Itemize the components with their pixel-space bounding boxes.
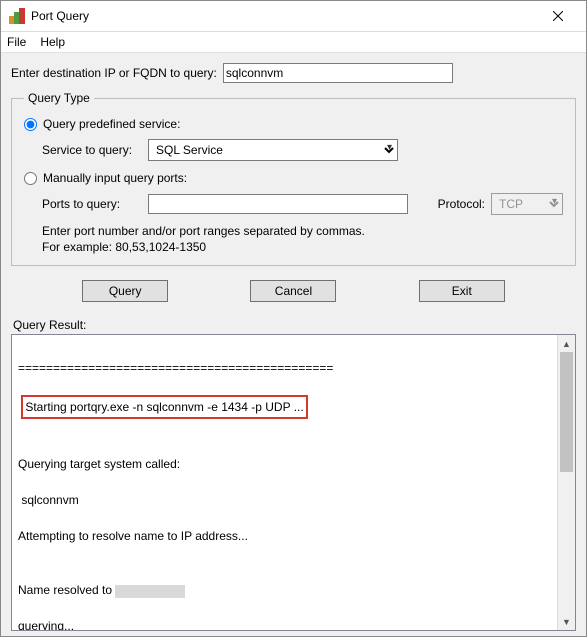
menu-file[interactable]: File	[7, 35, 26, 49]
scroll-down-icon[interactable]: ▼	[558, 613, 575, 630]
protocol-label: Protocol:	[438, 197, 485, 211]
close-icon	[553, 11, 563, 21]
scroll-thumb[interactable]	[560, 352, 573, 472]
button-row: Query Cancel Exit	[11, 276, 576, 312]
destination-value: sqlconnvm	[226, 66, 283, 80]
service-label: Service to query:	[42, 143, 142, 157]
ports-label: Ports to query:	[42, 197, 142, 211]
radio-manual-input[interactable]	[24, 172, 37, 185]
cancel-button[interactable]: Cancel	[250, 280, 336, 302]
title-bar: Port Query	[1, 1, 586, 32]
result-scrollbar[interactable]: ▲ ▼	[557, 335, 575, 630]
query-button[interactable]: Query	[82, 280, 168, 302]
exit-button[interactable]: Exit	[419, 280, 505, 302]
redacted-ip	[115, 585, 185, 598]
result-panel: ========================================…	[11, 334, 576, 631]
result-label: Query Result:	[13, 318, 574, 332]
window-close-button[interactable]	[538, 2, 578, 30]
app-icon	[9, 8, 25, 24]
query-type-group: Query Type Query predefined service: Ser…	[11, 91, 576, 266]
ports-input[interactable]	[148, 194, 408, 214]
service-select[interactable]: SQL Service	[148, 139, 398, 161]
radio-predefined[interactable]: Query predefined service:	[24, 117, 563, 131]
radio-manual-label: Manually input query ports:	[43, 171, 187, 185]
ports-hint: Enter port number and/or port ranges sep…	[42, 223, 563, 255]
menu-help[interactable]: Help	[40, 35, 65, 49]
query-type-legend: Query Type	[24, 91, 94, 105]
destination-input[interactable]: sqlconnvm	[223, 63, 453, 83]
form-body: Enter destination IP or FQDN to query: s…	[1, 53, 586, 635]
radio-predefined-input[interactable]	[24, 118, 37, 131]
result-text[interactable]: ========================================…	[12, 335, 557, 630]
protocol-select[interactable]: TCP	[491, 193, 563, 215]
radio-manual[interactable]: Manually input query ports:	[24, 171, 563, 185]
destination-label: Enter destination IP or FQDN to query:	[11, 66, 217, 80]
menu-bar: File Help	[1, 32, 586, 53]
port-query-window: Port Query File Help Enter destination I…	[0, 0, 587, 637]
scroll-up-icon[interactable]: ▲	[558, 335, 575, 352]
radio-predefined-label: Query predefined service:	[43, 117, 180, 131]
highlight-start-cmd: Starting portqry.exe -n sqlconnvm -e 143…	[21, 395, 307, 419]
window-title: Port Query	[31, 9, 538, 23]
